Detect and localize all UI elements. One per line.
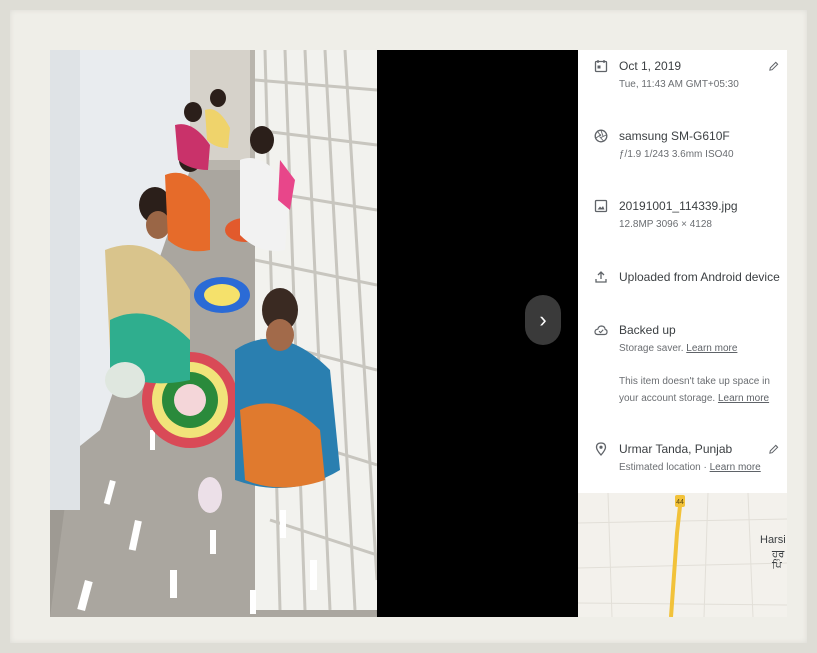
map-place-local-line1: ਹਰ [772,549,785,560]
backup-subtitle: Storage saver. Learn more [619,343,737,354]
photo-viewer: › Oct 1, 2019 Tue, 11:43 AM GMT+05:30 sa… [50,50,787,617]
date-title: Oct 1, 2019 [619,59,682,73]
date-subtitle: Tue, 11:43 AM GMT+05:30 [619,79,739,90]
backup-title: Backed up [619,323,676,337]
backup-note: This item doesn't take up space in your … [619,373,781,407]
map-place-label: Harsi [760,534,786,546]
upload-icon [595,271,607,283]
estimated-location-learn-more-link[interactable]: Learn more [710,462,761,473]
highway-badge: 44 [676,499,684,506]
location-subtitle-text: Estimated location · [619,462,707,473]
edit-location-icon[interactable] [768,444,779,455]
upload-title: Uploaded from Android device [619,270,780,284]
cloud-done-icon [594,325,608,336]
account-storage-learn-more-link[interactable]: Learn more [718,393,769,404]
storage-saver-learn-more-link[interactable]: Learn more [686,343,737,354]
photo[interactable] [50,50,377,617]
location-subtitle: Estimated location · Learn more [619,462,761,473]
edit-date-icon[interactable] [768,61,779,72]
camera-subtitle: ƒ/1.9 1/243 3.6mm ISO40 [619,149,734,160]
camera-title: samsung SM-G610F [619,129,730,143]
photo-image [50,50,377,617]
image-file-icon [594,199,608,213]
next-photo-button[interactable]: › [525,295,561,345]
backup-subtitle-text: Storage saver. [619,343,684,354]
info-panel: Oct 1, 2019 Tue, 11:43 AM GMT+05:30 sams… [578,50,787,617]
location-pin-icon [595,442,607,456]
aperture-icon [594,129,608,143]
location-title: Urmar Tanda, Punjab [619,442,733,456]
file-title: 20191001_114339.jpg [619,199,738,213]
calendar-icon [594,60,608,73]
location-map[interactable]: 44 Harsi ਹਰ ਪਿੰ [578,493,787,617]
map-place-local-line2: ਪਿੰ [772,560,782,571]
map-place-local-label: ਹਰ ਪਿੰ [772,549,784,571]
chevron-right-icon: › [539,307,547,332]
file-subtitle: 12.8MP 3096 × 4128 [619,219,712,230]
map-roads: 44 [578,493,787,617]
